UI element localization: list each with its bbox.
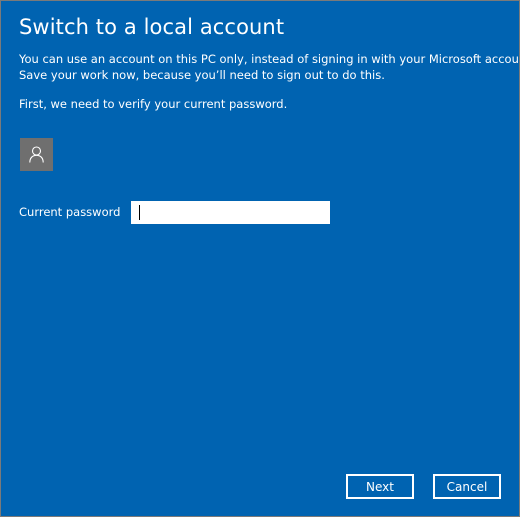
user-icon xyxy=(29,146,44,163)
dialog-title: Switch to a local account xyxy=(19,15,285,39)
user-avatar xyxy=(20,138,53,171)
text-caret xyxy=(139,205,140,220)
switch-local-account-dialog: Switch to a local account You can use an… xyxy=(0,0,520,517)
current-password-input[interactable] xyxy=(131,201,330,224)
description-line-2: Save your work now, because you’ll need … xyxy=(19,68,385,82)
verify-instruction: First, we need to verify your current pa… xyxy=(19,97,288,111)
next-button[interactable]: Next xyxy=(346,474,414,499)
description-line-1: You can use an account on this PC only, … xyxy=(19,52,520,66)
cancel-button[interactable]: Cancel xyxy=(433,474,501,499)
current-password-label: Current password xyxy=(19,205,121,219)
